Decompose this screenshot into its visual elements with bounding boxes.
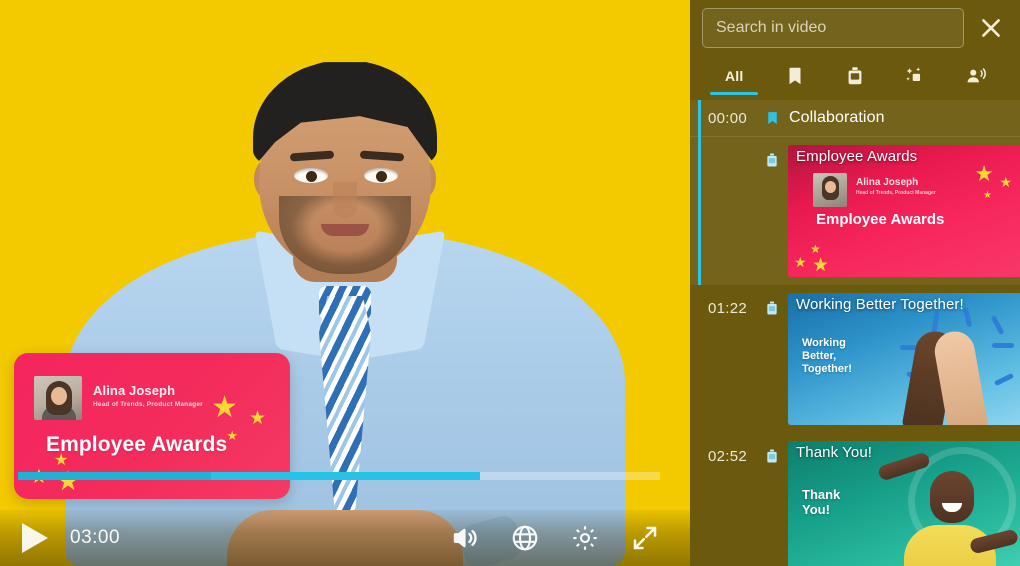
chapter-group-header[interactable]: 00:00 Collaboration: [690, 100, 1020, 137]
star-icon: ★: [974, 161, 994, 186]
volume-icon[interactable]: [450, 523, 480, 553]
chapter-group[interactable]: 00:00 Collaboration Employee Awards Alin…: [690, 100, 1020, 285]
thumbnail-avatar: [813, 173, 847, 207]
search-input[interactable]: [716, 19, 950, 37]
overlay-card-title: Employee Awards: [46, 433, 228, 456]
bookmark-icon: [765, 109, 780, 127]
chapter-timestamp: 00:00: [708, 109, 748, 127]
star-icon: ★: [248, 408, 266, 429]
video-stage[interactable]: Alina Joseph Head of Trends, Product Man…: [0, 0, 690, 566]
video-index-sidebar: All: [690, 0, 1020, 566]
video-player-app: Alina Joseph Head of Trends, Product Man…: [0, 0, 1020, 566]
progress-buffer: [18, 472, 211, 480]
chapter-item[interactable]: Employee Awards Alina Joseph Head of Tre…: [690, 137, 1020, 285]
bookmark-icon: [789, 67, 801, 85]
sidebar-header: [690, 0, 1020, 48]
star-icon: ★: [999, 174, 1012, 190]
fullscreen-icon[interactable]: [630, 523, 660, 553]
avatar: [34, 376, 82, 420]
star-icon: ★: [810, 242, 821, 256]
tab-highlights[interactable]: [885, 60, 945, 92]
slide-icon: [764, 441, 780, 466]
star-icon: ★: [983, 190, 992, 201]
star-icon: ★: [211, 391, 238, 424]
star-icon: ★: [794, 254, 807, 270]
tab-all[interactable]: All: [704, 60, 764, 95]
sidebar-tabs: All: [690, 48, 1020, 95]
chapter-item[interactable]: 02:52 Thank You! Thank You!: [690, 433, 1020, 566]
tab-active-underline: [710, 92, 759, 95]
sparkle-icon: [906, 67, 921, 82]
chapter-item[interactable]: 01:22 Working Better Together! Working B…: [690, 285, 1020, 433]
chapter-thumbnail-title: Thank You!: [796, 444, 873, 461]
globe-icon[interactable]: [510, 523, 540, 553]
close-icon[interactable]: [974, 11, 1008, 45]
thumbnail-presenter-role: Head of Trends, Product Manager: [856, 190, 936, 196]
chapter-thumbnail[interactable]: Working Better Together! Working Better,…: [788, 293, 1020, 425]
overlay-presenter-role: Head of Trends, Product Manager: [93, 401, 203, 408]
chapter-list[interactable]: 00:00 Collaboration Employee Awards Alin…: [690, 92, 1020, 566]
overlay-presenter-row: Alina Joseph Head of Trends, Product Man…: [34, 376, 203, 420]
play-button[interactable]: [22, 523, 48, 553]
presenter-pupil-left: [306, 171, 317, 182]
chapter-item-timestamp: [708, 145, 756, 152]
star-icon: ★: [226, 428, 238, 443]
tab-slides[interactable]: [825, 60, 885, 92]
chapter-thumbnail-title: Employee Awards: [796, 148, 918, 165]
star-icon: ★: [812, 255, 830, 276]
progress-bar[interactable]: [18, 472, 660, 480]
slide-icon: [848, 67, 862, 85]
tab-bookmarks[interactable]: [764, 60, 824, 92]
tab-speakers[interactable]: [946, 60, 1006, 92]
search-box[interactable]: [702, 8, 964, 48]
presenter-mouth: [321, 224, 369, 236]
thumbnail-headline: Thank You!: [802, 487, 841, 517]
speaker-icon: [967, 68, 986, 83]
tab-all-label: All: [724, 68, 744, 84]
thumbnail-headline: Employee Awards: [816, 211, 945, 228]
slide-icon: [764, 293, 780, 318]
chapter-thumbnail-title: Working Better Together!: [796, 296, 964, 313]
chapter-thumbnail[interactable]: Employee Awards Alina Joseph Head of Tre…: [788, 145, 1020, 277]
thumbnail-headline: Working Better, Together!: [802, 337, 852, 375]
chapter-thumbnail[interactable]: Thank You! Thank You!: [788, 441, 1020, 566]
presenter-nose: [333, 182, 357, 218]
presenter-pupil-right: [376, 171, 387, 182]
chapter-group[interactable]: 01:22 Working Better Together! Working B…: [690, 285, 1020, 433]
slide-icon: [764, 145, 780, 170]
overlay-presenter-name: Alina Joseph: [93, 383, 176, 398]
time-display: 03:00: [70, 527, 121, 548]
thumbnail-presenter-name: Alina Joseph: [856, 177, 919, 188]
player-controls: 03:00: [0, 472, 690, 566]
chapter-timestamp: 02:52: [708, 448, 748, 465]
chapter-group-title: Collaboration: [789, 109, 885, 126]
gear-icon[interactable]: [570, 523, 600, 553]
chapter-group[interactable]: 02:52 Thank You! Thank You!: [690, 433, 1020, 566]
chapter-timestamp: 01:22: [708, 300, 748, 317]
